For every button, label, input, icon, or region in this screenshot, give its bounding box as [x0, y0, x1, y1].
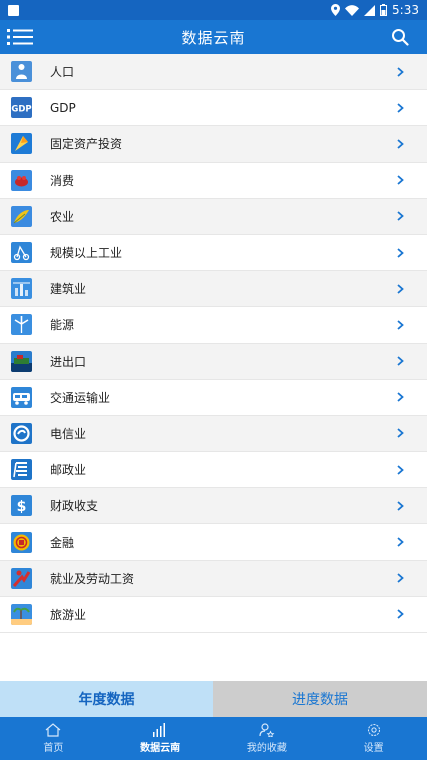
chevron-right-icon — [395, 210, 405, 222]
chevron-right-icon — [395, 138, 405, 150]
transport-icon — [11, 386, 32, 408]
clock: 5:33 — [392, 3, 419, 17]
nav-data-yunnan[interactable]: 数据云南 — [107, 717, 214, 760]
list-item-label: 财政收支 — [50, 499, 99, 514]
employment-icon — [11, 567, 32, 589]
nav-home[interactable]: 首页 — [0, 717, 107, 760]
chevron-right-icon — [395, 427, 405, 439]
chevron-right-icon — [395, 608, 405, 620]
chevron-right-icon — [395, 391, 405, 403]
list-item[interactable]: 电信业 — [0, 415, 427, 453]
list-item-label: 固定资产投资 — [50, 137, 123, 152]
list-item[interactable]: GDP GDP — [0, 90, 427, 127]
list-item[interactable]: 进出口 — [0, 343, 427, 380]
list-item-label: 规模以上工业 — [50, 246, 123, 261]
chevron-right-icon — [395, 464, 405, 476]
chevron-right-icon — [395, 102, 405, 114]
tourism-icon — [11, 603, 32, 625]
signal-icon — [364, 4, 376, 16]
app-bar: 数据云南 — [0, 20, 427, 54]
chevron-right-icon — [395, 355, 405, 367]
svg-text:$: $ — [17, 499, 27, 515]
status-bar: 5:33 — [0, 0, 427, 20]
bottom-nav: 首页 数据云南 我的收藏 设置 — [0, 717, 427, 760]
chevron-right-icon — [395, 283, 405, 295]
category-list: 人口 GDP GDP 固定资产投资 消费农业规模以上工业 建筑业能源进出口交通运输业电信业… — [0, 54, 427, 633]
list-item[interactable]: $ 财政收支 — [0, 488, 427, 525]
home-icon — [45, 723, 61, 737]
favorites-icon — [259, 723, 275, 737]
list-item-label: 进出口 — [50, 354, 87, 369]
nav-home-label: 首页 — [43, 743, 64, 754]
page-title: 数据云南 — [181, 28, 246, 47]
list-item[interactable]: 就业及劳动工资 — [0, 560, 427, 597]
tab-progress-data[interactable]: 进度数据 — [213, 681, 427, 717]
nav-favorites[interactable]: 我的收藏 — [214, 717, 321, 760]
list-item[interactable]: 交通运输业 — [0, 379, 427, 416]
finance-icon: $ — [11, 495, 32, 517]
list-item[interactable]: 人口 — [0, 54, 427, 91]
nav-favorites-label: 我的收藏 — [246, 743, 287, 754]
consumption-icon — [11, 169, 32, 191]
svg-text:GDP: GDP — [11, 105, 31, 115]
chevron-right-icon — [395, 536, 405, 548]
chevron-right-icon — [395, 500, 405, 512]
bar-chart-icon — [153, 723, 166, 737]
fixed-asset-icon — [11, 133, 32, 155]
list-item[interactable]: 农业 — [0, 198, 427, 235]
list-item-label: 消费 — [50, 173, 75, 188]
list-item-label: 就业及劳动工资 — [50, 571, 135, 586]
battery-icon — [380, 4, 388, 16]
list-item[interactable]: 建筑业 — [0, 271, 427, 308]
location-icon — [331, 4, 341, 16]
list-item[interactable]: 金融 — [0, 524, 427, 561]
population-icon — [11, 61, 32, 83]
list-item[interactable]: 固定资产投资 — [0, 126, 427, 163]
list-item-label: 邮政业 — [50, 463, 87, 478]
list-item[interactable]: 能源 — [0, 307, 427, 344]
import-export-icon — [11, 350, 32, 372]
list-item[interactable]: 消费 — [0, 162, 427, 199]
list-item-label: 能源 — [50, 318, 75, 333]
agriculture-icon — [11, 205, 32, 227]
tab-annual-data[interactable]: 年度数据 — [0, 681, 213, 717]
chevron-right-icon — [395, 572, 405, 584]
list-item-label: 电信业 — [50, 426, 87, 441]
list-item-label: 农业 — [50, 209, 75, 224]
search-icon — [392, 29, 409, 46]
construction-icon — [11, 278, 32, 300]
list-item-label: 交通运输业 — [50, 390, 111, 405]
list-item-label: 建筑业 — [50, 282, 87, 297]
list-item-label: 金融 — [50, 535, 75, 550]
nav-data-yunnan-label: 数据云南 — [140, 743, 181, 754]
banking-icon — [11, 531, 32, 553]
list-item-label: GDP — [50, 100, 76, 115]
data-type-switch: 年度数据 进度数据 — [0, 681, 427, 717]
nav-settings-label: 设置 — [363, 743, 384, 754]
industry-icon — [11, 242, 32, 264]
status-icons: 5:33 — [331, 3, 419, 17]
chevron-right-icon — [395, 66, 405, 78]
list-item-label: 旅游业 — [50, 607, 87, 622]
search-button[interactable] — [389, 26, 411, 48]
list-item[interactable]: 邮政业 — [0, 452, 427, 489]
menu-button[interactable] — [6, 25, 34, 49]
chevron-right-icon — [395, 319, 405, 331]
wifi-icon — [345, 4, 360, 16]
list-item-label: 人口 — [50, 65, 75, 80]
energy-icon — [11, 314, 32, 336]
nav-settings[interactable]: 设置 — [320, 717, 427, 760]
gdp-icon: GDP — [11, 97, 32, 119]
list-item[interactable]: 旅游业 — [0, 596, 427, 633]
telecom-icon — [11, 422, 32, 444]
list-item[interactable]: 规模以上工业 — [0, 234, 427, 272]
postal-icon — [11, 459, 32, 481]
list-menu-icon — [7, 29, 33, 45]
notification-icon — [8, 4, 19, 16]
chevron-right-icon — [395, 247, 405, 259]
settings-icon — [367, 723, 380, 737]
chevron-right-icon — [395, 174, 405, 186]
